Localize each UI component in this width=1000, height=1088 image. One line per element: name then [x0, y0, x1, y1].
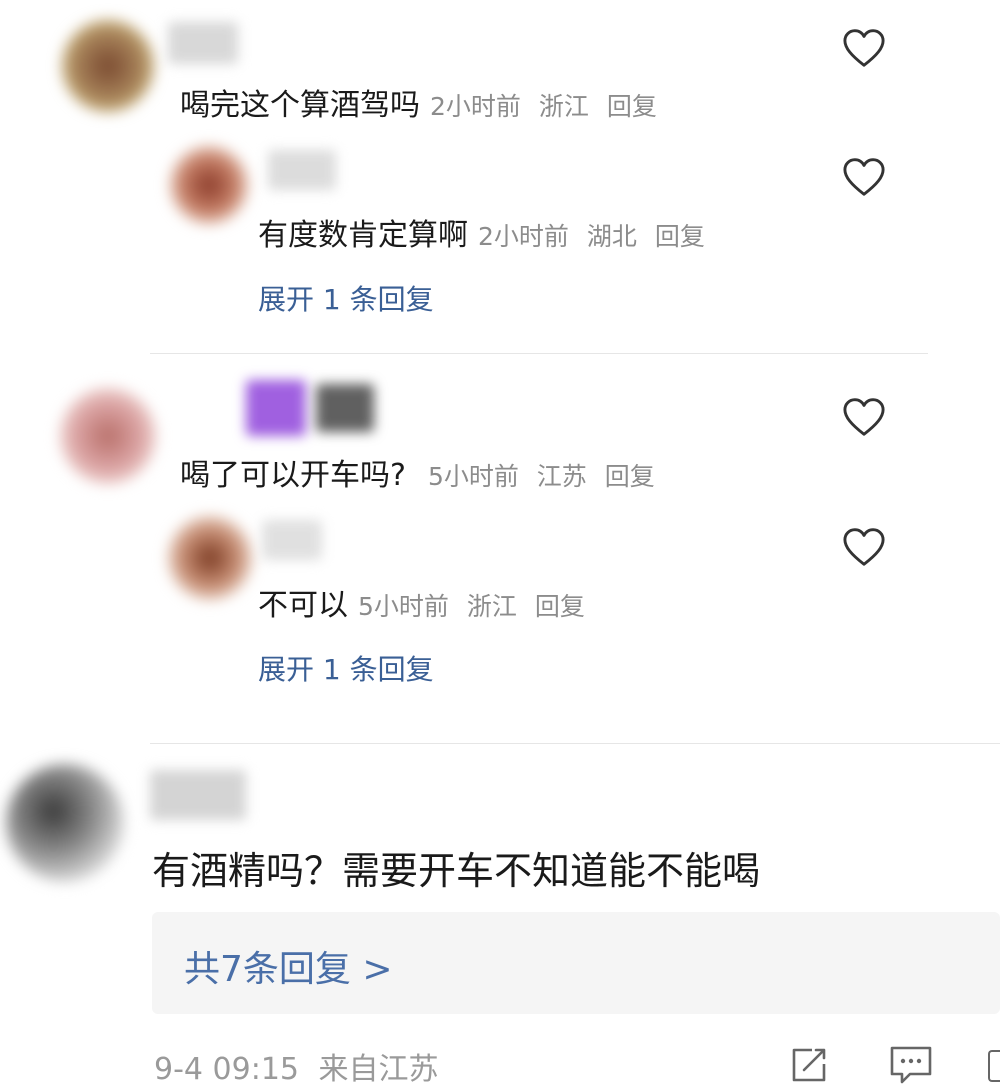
- reply-button[interactable]: 回复: [655, 222, 705, 251]
- reply-time: 5小时前: [358, 592, 449, 621]
- post-footer-meta: 9-4 09:15 来自江苏: [154, 1044, 439, 1088]
- reply-button[interactable]: 回复: [605, 462, 655, 491]
- divider: [150, 353, 928, 354]
- more-icon[interactable]: [988, 1050, 1000, 1082]
- replies-box[interactable]: 共7条回复 >: [152, 912, 1000, 1014]
- expand-replies-link[interactable]: 展开 1 条回复: [258, 278, 434, 318]
- username-blurred[interactable]: [262, 520, 322, 560]
- comment-location: 江苏: [536, 462, 587, 491]
- comment-time: 5小时前: [427, 462, 519, 491]
- comment-row: 喝了可以开车吗? 5小时前 江苏 回复: [180, 450, 665, 494]
- username-blurred[interactable]: [268, 150, 336, 190]
- reply-text: 不可以: [258, 588, 348, 623]
- reply-button[interactable]: 回复: [535, 592, 585, 621]
- post-time: 9-4 09:15: [154, 1052, 299, 1087]
- user-avatar-blurred[interactable]: [62, 20, 154, 112]
- comment-location: 浙江: [538, 92, 589, 121]
- reply-time: 2小时前: [478, 222, 569, 251]
- comment-time: 2小时前: [430, 92, 521, 121]
- comment-text: 喝了可以开车吗?: [180, 458, 406, 493]
- reply-row: 有度数肯定算啊 2小时前 湖北 回复: [258, 210, 715, 254]
- user-avatar-blurred[interactable]: [168, 516, 252, 600]
- user-avatar-blurred[interactable]: [170, 146, 248, 224]
- post-source: 来自江苏: [318, 1052, 439, 1087]
- comment-row: 喝完这个算酒驾吗 2小时前 浙江 回复: [180, 80, 667, 124]
- username-blurred[interactable]: [168, 22, 238, 64]
- user-avatar-blurred[interactable]: [6, 764, 124, 882]
- comment-icon[interactable]: [888, 1044, 934, 1086]
- username-blurred[interactable]: [316, 384, 374, 432]
- divider: [150, 743, 1000, 744]
- heart-outline-icon[interactable]: [842, 28, 886, 68]
- comment-meta: 2小时前 浙江 回复: [430, 87, 667, 123]
- heart-outline-icon[interactable]: [842, 527, 886, 567]
- reply-row: 不可以 5小时前 浙江 回复: [258, 580, 595, 624]
- heart-outline-icon[interactable]: [842, 157, 886, 197]
- heart-outline-icon[interactable]: [842, 397, 886, 437]
- share-icon[interactable]: [790, 1046, 830, 1084]
- post-comment-text: 有酒精吗？需要开车不知道能不能喝: [152, 849, 761, 893]
- view-all-replies-link[interactable]: 共7条回复 >: [184, 940, 393, 992]
- reply-meta: 2小时前 湖北 回复: [478, 217, 715, 253]
- reply-text: 有度数肯定算啊: [258, 218, 468, 253]
- comment-meta: 5小时前 江苏 回复: [428, 457, 665, 493]
- reply-button[interactable]: 回复: [607, 92, 657, 121]
- username-blurred[interactable]: [150, 770, 246, 820]
- username-blurred[interactable]: [246, 380, 306, 436]
- reply-location: 浙江: [466, 592, 517, 621]
- user-avatar-blurred[interactable]: [60, 388, 156, 484]
- reply-location: 湖北: [586, 222, 637, 251]
- reply-meta: 5小时前 浙江 回复: [358, 587, 595, 623]
- expand-replies-link[interactable]: 展开 1 条回复: [258, 648, 434, 688]
- comment-text: 喝完这个算酒驾吗: [180, 88, 420, 123]
